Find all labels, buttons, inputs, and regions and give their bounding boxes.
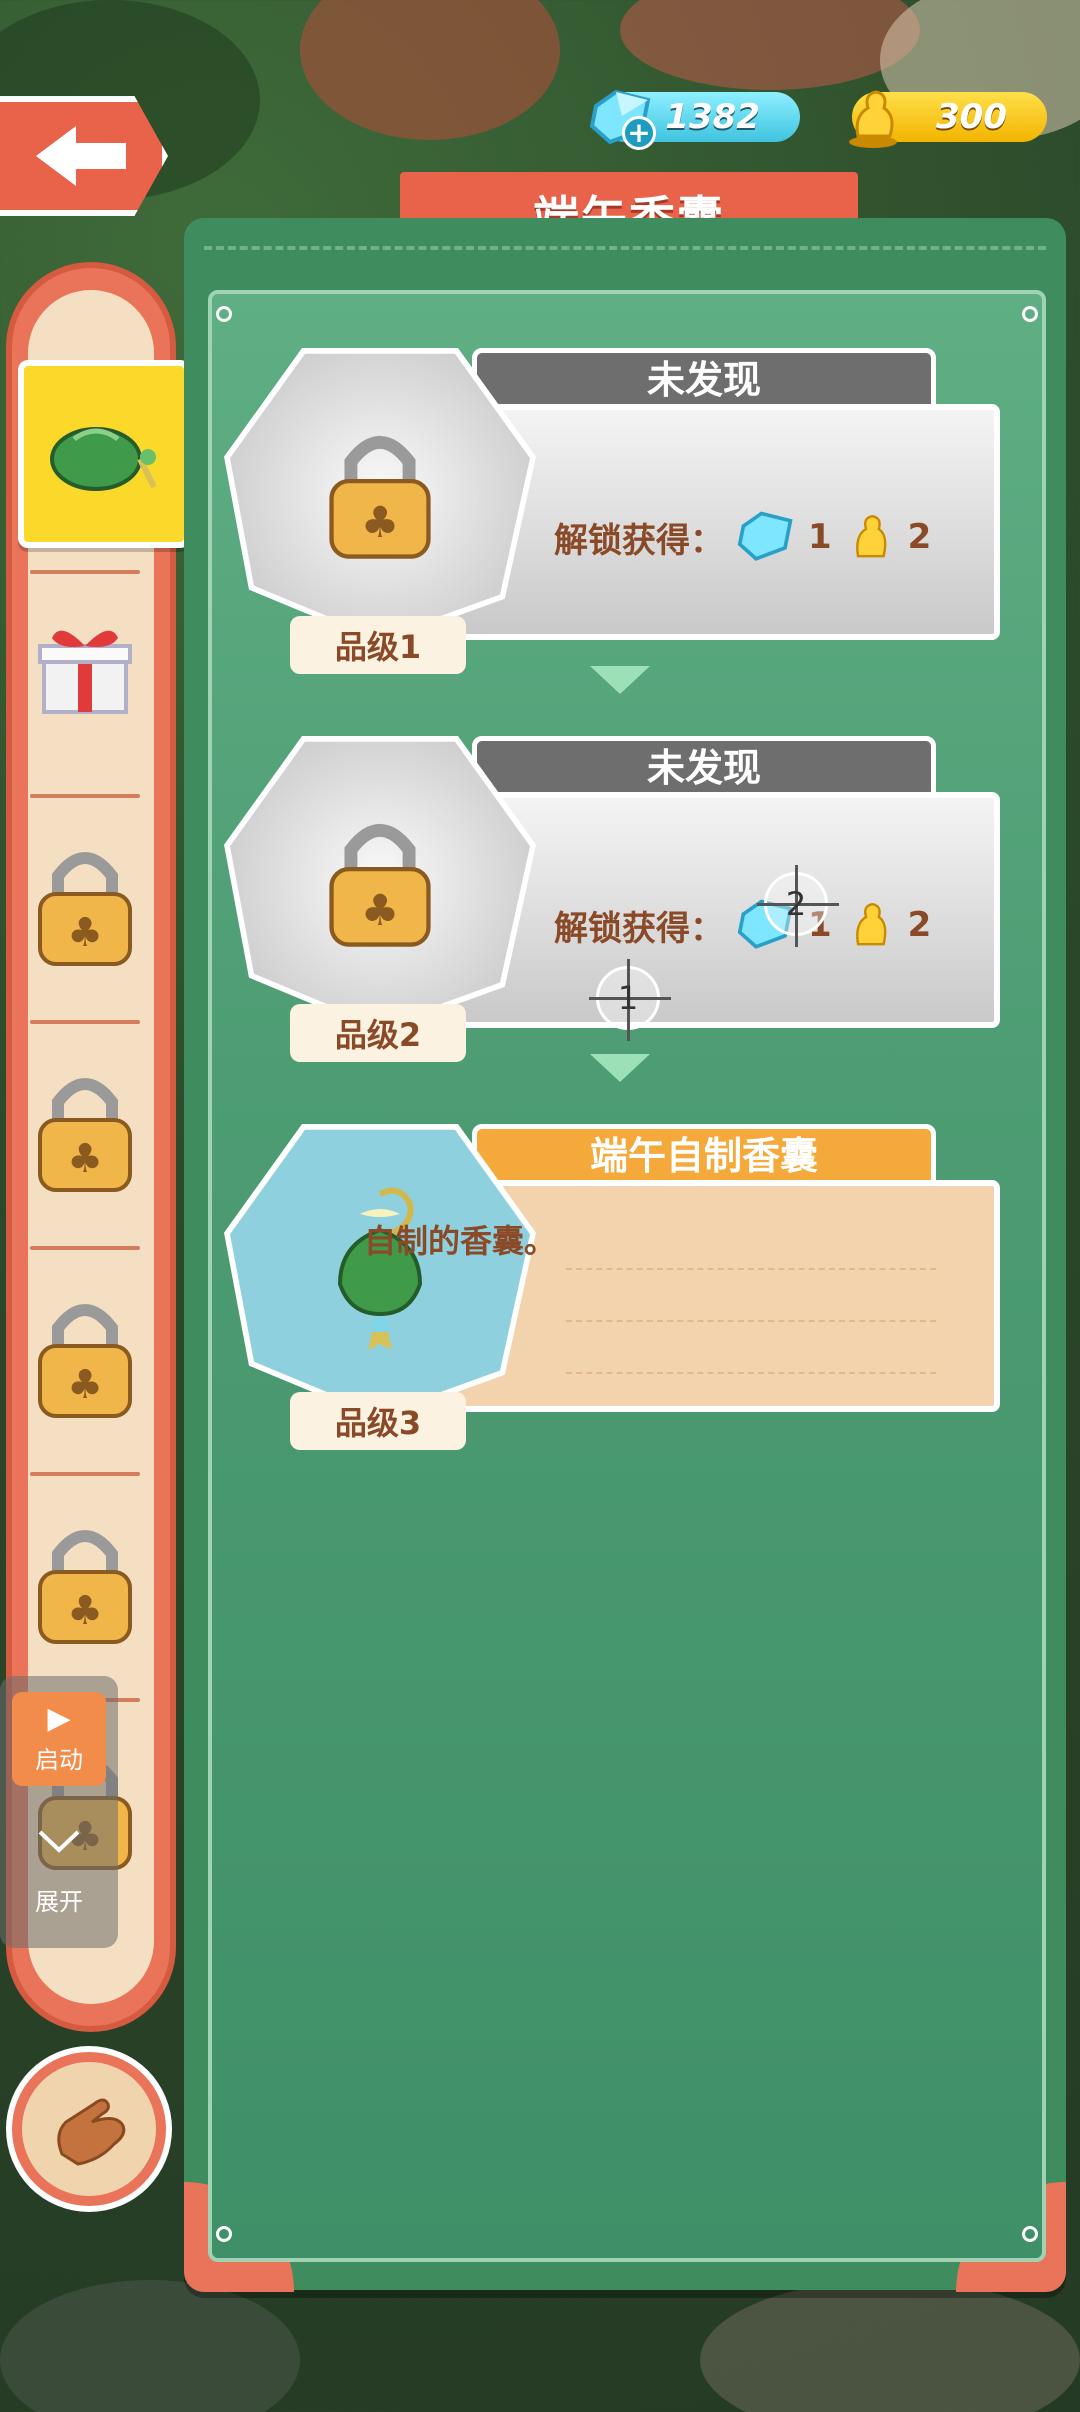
expand-label[interactable]: 展开 [0,1882,118,1917]
gift-box-icon [38,630,132,714]
arrow-down-icon [590,666,650,694]
back-arrow-icon [36,126,126,186]
chevron-down-icon[interactable] [36,1826,82,1856]
svg-text:♣: ♣ [361,498,400,548]
lock-icon: ♣ [329,823,431,947]
svg-text:♣: ♣ [67,1362,103,1408]
lock-icon: ♣ [38,1304,132,1418]
svg-text:♣: ♣ [67,1136,103,1182]
reward-label: 解锁获得： [554,520,724,561]
play-icon: ▶ [47,1700,71,1736]
svg-text:♣: ♣ [67,910,103,956]
start-label: 启动 [35,1745,83,1774]
gold-reward: 2 [907,517,932,557]
gold-trophy-icon [849,90,897,148]
sidebar-item-locked-3[interactable]: ♣ [16,1282,154,1432]
item-description: 自制的香囊。 [364,1222,557,1260]
gold-count: 300 [936,97,1007,137]
start-button[interactable]: ▶ 启动 [12,1692,106,1786]
sidebar-item-sachet[interactable] [18,360,190,548]
tap-hand-button[interactable] [12,2052,166,2206]
sachet-icon [337,1187,423,1350]
gold-trophy-icon [855,514,887,558]
reward-label: 解锁获得： [554,908,724,949]
gold-trophy-icon [855,902,887,946]
floating-control: ▶ 启动 展开 [0,1676,118,1948]
sachet-icon [50,427,157,491]
add-gems-button[interactable]: + [622,116,656,150]
sidebar-item-gift[interactable] [16,590,154,740]
gem-count: 1382 [665,97,760,137]
gold-reward: 2 [907,905,932,945]
pointing-hand-icon [57,2098,126,2166]
sidebar-item-locked-2[interactable]: ♣ [16,1056,154,1206]
svg-text:♣: ♣ [361,886,400,936]
gem-icon [737,511,793,561]
touch-marker-2: 2 [757,865,839,947]
touch-marker-1: 1 [589,959,671,1041]
grade-card-3[interactable]: 端午自制香囊 品级3 [224,1124,1014,1464]
lock-icon: ♣ [329,435,431,559]
unlock-reward: 解锁获得： 1 2 [554,508,931,566]
arrow-down-icon [590,1054,650,1082]
svg-text:♣: ♣ [67,1588,103,1634]
grade-card-1[interactable]: 未发现 解锁获得： 1 2 ♣ 品级1 [224,348,1014,688]
gem-reward: 1 [808,517,832,557]
lock-icon: ♣ [38,852,132,966]
back-button[interactable] [0,96,168,216]
sidebar-item-locked-1[interactable]: ♣ [16,830,154,980]
grade-label: 品级1 [290,616,466,674]
lock-icon: ♣ [38,1078,132,1192]
grade-label: 品级2 [290,1004,466,1062]
lock-icon: ♣ [38,1530,132,1644]
sidebar-item-locked-4[interactable]: ♣ [16,1508,154,1658]
grade-label: 品级3 [290,1392,466,1450]
unlock-reward: 解锁获得： 1 2 [554,896,931,954]
